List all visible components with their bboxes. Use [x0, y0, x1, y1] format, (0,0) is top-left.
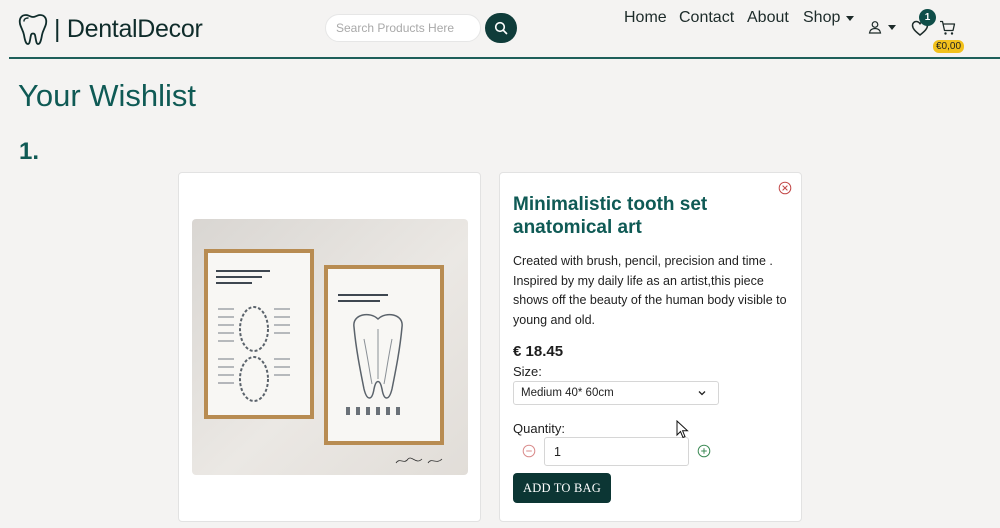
chevron-down-icon — [846, 15, 855, 21]
product-price: € 18.45 — [513, 343, 564, 360]
search-input[interactable] — [325, 14, 481, 42]
page-title: Your Wishlist — [18, 78, 197, 113]
search-button[interactable] — [485, 13, 517, 43]
cart-icon — [940, 20, 956, 35]
size-select[interactable]: Medium 40* 60cm — [513, 381, 719, 405]
product-title[interactable]: Minimalistic tooth set anatomical art — [513, 193, 773, 239]
quantity-decrease-icon[interactable] — [522, 444, 536, 458]
size-select-value: Medium 40* 60cm — [521, 387, 614, 399]
user-icon — [868, 21, 882, 34]
wishlist-item-index: 1. — [19, 138, 40, 165]
nav-shop-label: Shop — [803, 9, 841, 26]
product-image[interactable] — [192, 219, 468, 475]
quantity-increase-icon[interactable] — [697, 444, 711, 458]
cart-link[interactable] — [939, 20, 956, 41]
wishlist-count-badge: 1 — [919, 9, 936, 26]
nav-home[interactable]: Home — [624, 9, 667, 27]
product-details-card: Minimalistic tooth set anatomical art Cr… — [499, 172, 802, 522]
nav-shop-dropdown[interactable]: Shop — [803, 9, 855, 27]
chevron-down-icon — [698, 391, 706, 396]
search-bar — [325, 13, 517, 43]
add-to-bag-button[interactable]: ADD TO BAG — [513, 473, 611, 503]
product-image-card — [178, 172, 481, 522]
cart-total-badge: €0,00 — [933, 40, 965, 53]
brand-logo[interactable]: | DentalDecor — [18, 12, 203, 46]
search-icon — [494, 21, 508, 35]
account-dropdown[interactable] — [868, 20, 896, 34]
nav-contact[interactable]: Contact — [679, 9, 734, 27]
product-description: Created with brush, pencil, precision an… — [513, 254, 787, 327]
mouse-cursor-icon — [676, 420, 689, 439]
quantity-input[interactable] — [544, 437, 689, 466]
nav-about[interactable]: About — [747, 9, 789, 27]
remove-item-icon[interactable] — [778, 181, 792, 195]
tooth-icon — [18, 14, 48, 45]
size-label: Size: — [513, 364, 542, 379]
site-header: | DentalDecor Home Contact About Shop — [0, 0, 1000, 58]
brand-name: | DentalDecor — [54, 14, 203, 43]
quantity-label: Quantity: — [513, 421, 566, 436]
header-divider — [9, 57, 1000, 59]
wall-art-photo — [192, 219, 468, 475]
wishlist-link[interactable]: 1 — [911, 9, 936, 41]
chevron-down-icon — [888, 24, 896, 30]
